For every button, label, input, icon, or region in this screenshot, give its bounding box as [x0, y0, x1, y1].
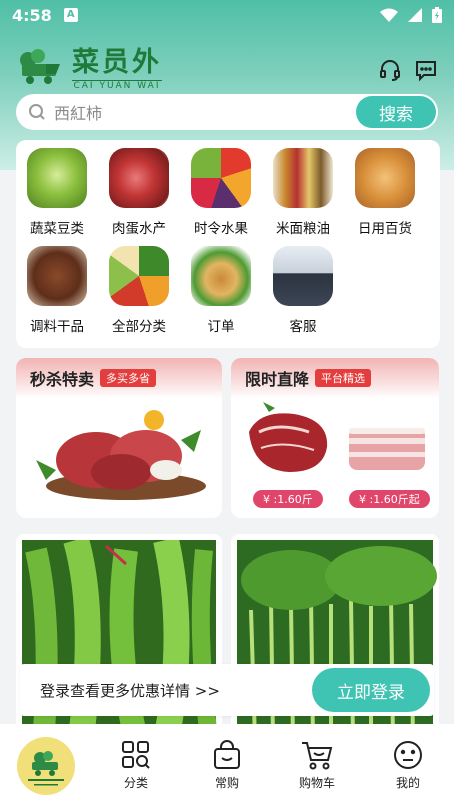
home-logo-icon [17, 737, 75, 795]
bottom-tab-bar: 分类 常购 购物车 我的 [0, 724, 454, 807]
promo-drop-title: 限时直降 [245, 370, 310, 389]
profile-icon [394, 741, 422, 769]
order-basket-image [191, 246, 251, 306]
category-vegetables[interactable]: 蔬菜豆类 [16, 148, 98, 237]
tab-cart[interactable]: 购物车 [277, 724, 357, 807]
notification-icon: A [63, 8, 78, 22]
steak-image [249, 402, 328, 472]
category-label: 客服 [289, 319, 317, 335]
message-icon[interactable] [414, 58, 438, 82]
brand-logo: 菜员外 CAI YUAN WAI [16, 40, 162, 91]
brand-name-en: CAI YUAN WAI [72, 80, 162, 91]
tab-label: 购物车 [298, 776, 335, 790]
status-bar: 4:58 A [0, 0, 454, 30]
grain-oil-image [273, 148, 333, 208]
fruit-image [191, 148, 251, 208]
meat-platter-image [36, 410, 206, 500]
category-daily-goods[interactable]: 日用百货 [344, 148, 426, 237]
tab-label: 分类 [123, 776, 148, 790]
battery-icon [432, 7, 442, 23]
status-time: 4:58 [12, 5, 52, 25]
category-label: 时令水果 [194, 221, 248, 237]
all-category-image [109, 246, 169, 306]
bread-image [355, 148, 415, 208]
tab-profile[interactable]: 我的 [368, 724, 448, 807]
category-spices[interactable]: 调料干品 [16, 246, 98, 335]
category-all[interactable]: 全部分类 [98, 246, 180, 335]
promo-price-drop[interactable]: 限时直降 平台精选 ¥ :1.60斤 ¥ :1.60斤起 [231, 358, 439, 518]
category-label: 肉蛋水产 [112, 221, 166, 237]
category-meat-seafood[interactable]: 肉蛋水产 [98, 148, 180, 237]
tab-category[interactable]: 分类 [96, 724, 176, 807]
signal-icon [408, 8, 422, 22]
cabbage-image [27, 148, 87, 208]
category-label: 日用百货 [358, 221, 412, 237]
tab-home[interactable] [6, 724, 86, 807]
tab-label: 我的 [395, 776, 420, 790]
promo-flash-sale[interactable]: 秒杀特卖 多买多省 [16, 358, 222, 518]
tab-frequent-purchase[interactable]: 常购 [187, 724, 267, 807]
login-button[interactable]: 立即登录 [312, 668, 430, 712]
meat-image [109, 148, 169, 208]
category-label: 蔬菜豆类 [30, 221, 84, 237]
category-grain-oil[interactable]: 米面粮油 [262, 148, 344, 237]
login-prompt-bar: 登录查看更多优惠详情 >> 立即登录 [20, 664, 434, 716]
category-label: 订单 [207, 319, 235, 335]
bag-icon [214, 740, 240, 769]
search-bar[interactable]: 西紅柿 搜索 [16, 94, 438, 130]
promo-flash-tag: 多买多省 [100, 369, 157, 387]
category-fruit[interactable]: 时令水果 [180, 148, 262, 237]
promo-flash-title: 秒杀特卖 [30, 370, 95, 389]
brand-name: 菜员外 [72, 47, 162, 78]
customer-service-image [273, 246, 333, 306]
category-orders[interactable]: 订单 [180, 246, 262, 335]
category-customer-service[interactable]: 客服 [262, 246, 344, 335]
category-icon [122, 741, 150, 769]
logo-cart-icon [20, 48, 60, 84]
search-input[interactable]: 西紅柿 [54, 100, 102, 124]
category-grid: 蔬菜豆类 肉蛋水产 时令水果 米面粮油 日用百货 调料干品 全部分类 订单 客服 [16, 140, 440, 348]
tab-label: 常购 [214, 776, 239, 790]
search-icon [29, 104, 45, 120]
spice-image [27, 246, 87, 306]
category-label: 米面粮油 [276, 221, 330, 237]
category-label: 全部分类 [112, 319, 166, 335]
price-tag-pork: ¥ :1.60斤起 [349, 490, 430, 508]
promo-drop-tag: 平台精选 [315, 369, 372, 387]
price-tag-steak: ¥ :1.60斤 [253, 490, 323, 508]
cart-icon [302, 742, 333, 770]
login-prompt-text[interactable]: 登录查看更多优惠详情 >> [40, 680, 220, 701]
wifi-icon [380, 8, 398, 22]
pork-belly-image [349, 428, 425, 470]
search-button[interactable]: 搜索 [356, 96, 436, 128]
category-label: 调料干品 [30, 319, 84, 335]
headset-icon[interactable] [378, 58, 402, 82]
